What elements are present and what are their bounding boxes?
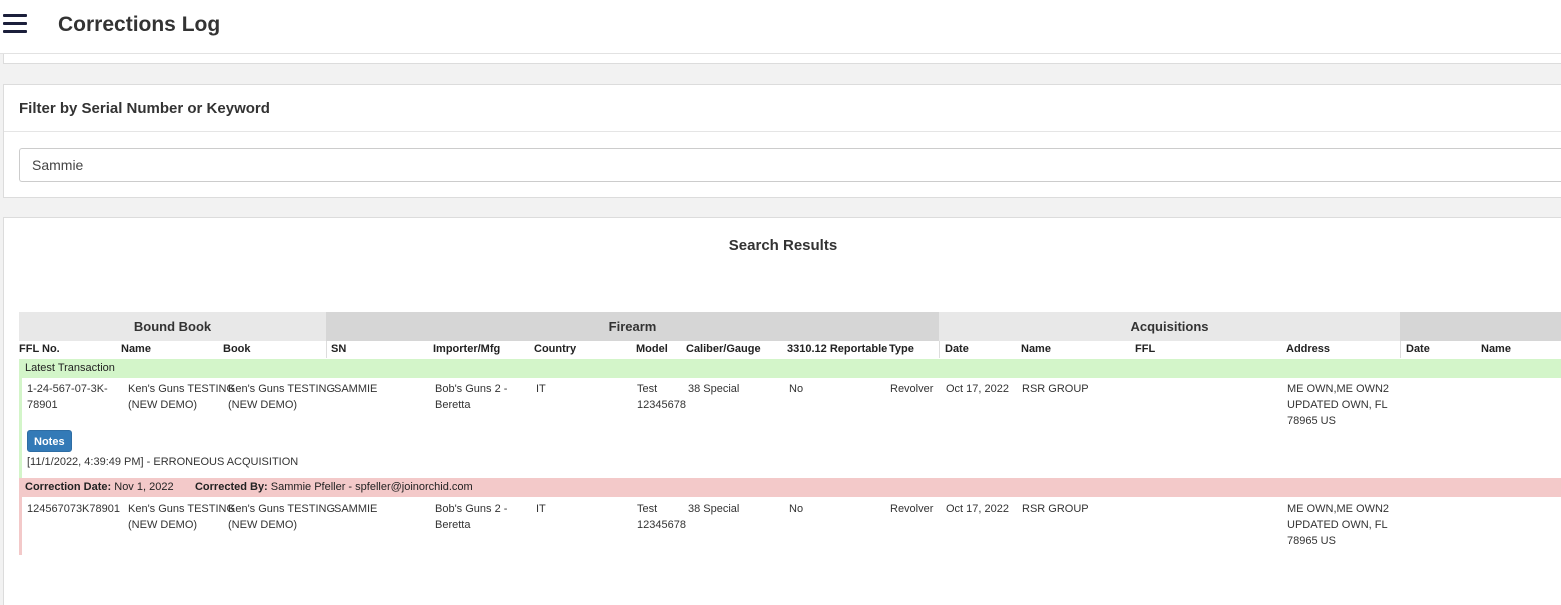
cell-caliber: 38 Special [688, 503, 740, 515]
group-header-firearm: Firearm [326, 312, 939, 341]
cell-type: Revolver [890, 383, 934, 395]
col-disp-name[interactable]: Name [1481, 343, 1511, 355]
cell-sn: SAMMIE [334, 383, 378, 395]
divider [4, 131, 1561, 132]
col-sn[interactable]: SN [331, 343, 346, 355]
cell-name: Ken's Guns TESTING (NEW DEMO) [128, 503, 236, 531]
cell-importer: Bob's Guns 2 - Beretta [435, 503, 508, 531]
cell-book: Ken's Guns TESTING (NEW DEMO) [228, 503, 336, 531]
latest-transaction-label: Latest Transaction [19, 359, 1561, 378]
cell-ffl-no: 1-24-567-07-3K- 78901 [27, 383, 108, 411]
col-acq-date[interactable]: Date [945, 343, 969, 355]
cell-reportable: No [789, 503, 804, 515]
cell-reportable: No [789, 383, 804, 395]
col-acq-name[interactable]: Name [1021, 343, 1051, 355]
group-header-dispositions [1400, 312, 1561, 341]
column-divider [1400, 341, 1401, 358]
cell-acq-address: ME OWN,ME OWN2 UPDATED OWN, FL 78965 US [1287, 503, 1390, 547]
note-text: [11/1/2022, 4:39:49 PM] - ERRONEOUS ACQU… [27, 456, 299, 468]
correction-date-label: Correction Date: [25, 481, 112, 493]
filter-title: Filter by Serial Number or Keyword [19, 100, 270, 117]
cell-model: Test 12345678 [637, 383, 686, 411]
col-country[interactable]: Country [534, 343, 576, 355]
col-disp-date[interactable]: Date [1406, 343, 1430, 355]
notes-button[interactable]: Notes [27, 430, 72, 452]
cell-acq-address: ME OWN,ME OWN2 UPDATED OWN, FL 78965 US [1287, 383, 1390, 427]
filter-panel: Filter by Serial Number or Keyword [3, 84, 1561, 198]
cell-acq-name: RSR GROUP [1022, 383, 1089, 395]
latest-row-marker [19, 378, 22, 478]
group-header-acquisitions: Acquisitions [939, 312, 1400, 341]
col-name[interactable]: Name [121, 343, 151, 355]
col-caliber[interactable]: Caliber/Gauge [686, 343, 761, 355]
cell-book: Ken's Guns TESTING (NEW DEMO) [228, 383, 336, 411]
column-divider [326, 341, 327, 358]
cell-country: IT [536, 383, 546, 395]
col-model[interactable]: Model [636, 343, 668, 355]
cell-caliber: 38 Special [688, 383, 740, 395]
hamburger-menu-icon[interactable] [3, 14, 27, 34]
search-input[interactable] [19, 148, 1561, 182]
cell-acq-date: Oct 17, 2022 [946, 503, 1009, 515]
cell-ffl-no: 124567073K78901 [27, 503, 120, 515]
column-divider [939, 341, 940, 358]
group-header-bound-book: Bound Book [19, 312, 326, 341]
col-book[interactable]: Book [223, 343, 251, 355]
corrected-by-label: Corrected By: [194, 481, 268, 493]
collapsed-panel [3, 54, 1561, 64]
results-panel: Search Results Bound Book Firearm Acquis… [3, 217, 1561, 605]
top-bar: Corrections Log [0, 0, 1561, 54]
col-reportable[interactable]: 3310.12 Reportable [787, 343, 887, 355]
page-title: Corrections Log [58, 13, 221, 36]
col-type[interactable]: Type [889, 343, 914, 355]
correction-info-bar: Correction Date: Nov 1, 2022 Corrected B… [19, 478, 1561, 497]
cell-acq-name: RSR GROUP [1022, 503, 1089, 515]
correction-row-marker [19, 497, 22, 555]
col-importer[interactable]: Importer/Mfg [433, 343, 500, 355]
col-acq-address[interactable]: Address [1286, 343, 1330, 355]
cell-sn: SAMMIE [334, 503, 378, 515]
cell-type: Revolver [890, 503, 934, 515]
col-acq-ffl[interactable]: FFL [1135, 343, 1155, 355]
cell-name: Ken's Guns TESTING (NEW DEMO) [128, 383, 236, 411]
cell-model: Test 12345678 [637, 503, 686, 531]
cell-importer: Bob's Guns 2 - Beretta [435, 383, 508, 411]
correction-date: Nov 1, 2022 [114, 481, 174, 493]
col-ffl-no[interactable]: FFL No. [19, 343, 60, 355]
corrected-by: Sammie Pfeller - spfeller@joinorchid.com [270, 481, 473, 493]
cell-country: IT [536, 503, 546, 515]
results-title: Search Results [728, 237, 838, 254]
cell-acq-date: Oct 17, 2022 [946, 383, 1009, 395]
